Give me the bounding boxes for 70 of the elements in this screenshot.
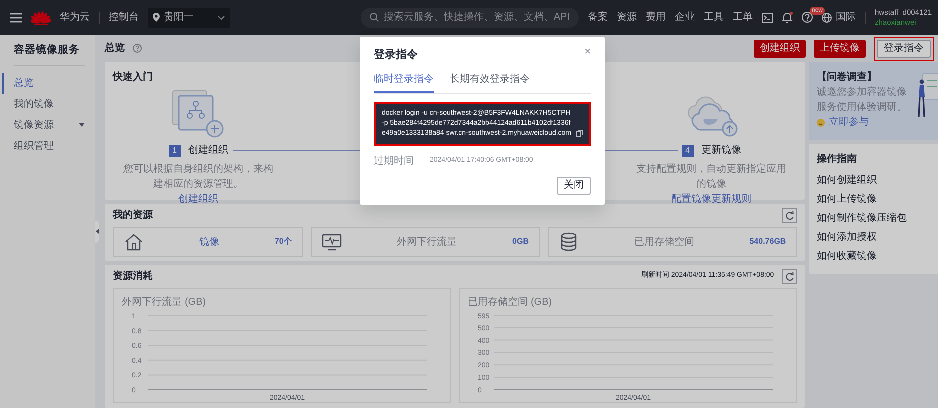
bell-icon[interactable] <box>782 12 793 23</box>
guide-link[interactable]: 如何添加授权 <box>817 228 938 246</box>
close-dialog-button[interactable]: 关闭 <box>557 176 591 194</box>
location-icon <box>153 13 160 22</box>
resource-value: 70个 <box>274 236 292 248</box>
card-title: 资源消耗 <box>113 270 154 284</box>
terminal-icon[interactable] <box>762 12 773 22</box>
menu-icon[interactable] <box>10 12 22 22</box>
guide-link[interactable]: 如何收藏镜像 <box>817 246 938 266</box>
step-description: 支持配置规则，自动更新指定应用的镜像 <box>636 162 788 192</box>
brand-name[interactable]: 华为云 <box>60 10 90 25</box>
nav-link[interactable]: 备案 <box>588 10 608 25</box>
chart-title: 外网下行流量 (GB) <box>122 296 208 310</box>
card-title: 操作指南 <box>817 152 858 166</box>
resource-value: 0GB <box>512 236 529 248</box>
monitor-icon <box>322 232 342 252</box>
database-icon <box>559 232 579 252</box>
refresh-icon <box>784 272 795 282</box>
nav-link[interactable]: 费用 <box>646 10 666 25</box>
sidebar-title: 容器镜像服务 <box>14 43 85 66</box>
refresh-button[interactable] <box>782 269 798 284</box>
dialog-tab[interactable]: 临时登录指令 <box>374 72 434 92</box>
survey-text: 诚邀您参加容器镜像服务使用体验调研。 <box>817 86 908 115</box>
sidebar-item[interactable]: 组织管理 <box>14 136 95 157</box>
collapse-handle[interactable] <box>95 220 100 242</box>
guide-link[interactable]: 如何制作镜像压缩包 <box>817 208 938 228</box>
refresh-button[interactable] <box>782 208 798 223</box>
search-field[interactable]: 搜索云服务、快捷操作、资源、文档、API <box>360 8 579 28</box>
logo-icon[interactable] <box>31 10 51 26</box>
dialog-tab[interactable]: 长期有效登录指令 <box>450 72 530 92</box>
nav-link[interactable]: 工单 <box>733 10 753 25</box>
nav-link[interactable]: 工具 <box>704 10 724 25</box>
region-select[interactable]: 贵阳一 <box>148 8 230 28</box>
caret-icon <box>79 123 85 128</box>
action-button[interactable]: 创建组织 <box>754 40 806 58</box>
nav-link[interactable]: 资源 <box>617 10 637 25</box>
page-title: 总览 <box>105 42 126 56</box>
resource-label: 已用存储空间 <box>633 236 696 250</box>
sidebar-item[interactable]: 镜像资源 <box>14 114 95 136</box>
sidebar-item[interactable]: 总览 <box>2 72 95 94</box>
card-title: 快速入门 <box>113 72 154 83</box>
guide-link[interactable]: 如何创建组织 <box>817 170 938 190</box>
nav-link[interactable]: 企业 <box>675 10 695 25</box>
caret-icon <box>218 16 225 20</box>
step-title: 更新镜像 <box>702 144 742 158</box>
search-icon <box>370 13 379 22</box>
resource-link[interactable]: 镜像 <box>152 234 267 250</box>
dialog-title: 登录指令 <box>374 48 418 63</box>
sidebar-item[interactable]: 我的镜像 <box>14 94 95 115</box>
step-number: 4 <box>682 144 694 156</box>
chart-title: 已用存储空间 (GB) <box>468 296 554 310</box>
survey-title: 【问卷调查】 <box>817 70 878 85</box>
smiley-icon <box>817 118 826 126</box>
card-title: 我的资源 <box>113 208 154 223</box>
resource-value: 540.76GB <box>750 236 786 248</box>
step-title: 创建组织 <box>188 144 229 158</box>
step-link[interactable]: 配置镜像更新规则 <box>672 192 752 207</box>
console-link[interactable]: 控制台 <box>109 10 139 25</box>
step-link[interactable]: 创建组织 <box>178 192 219 207</box>
guide-link[interactable]: 如何上传镜像 <box>817 190 938 208</box>
step-description: 您可以根据自身组织的架构，来构建相应的资源管理。 <box>122 162 275 192</box>
globe-icon <box>822 12 832 22</box>
action-button[interactable]: 登录指令 <box>877 40 931 58</box>
refresh-icon <box>784 210 795 220</box>
resource-label: 外网下行流量 <box>396 236 458 250</box>
action-button[interactable]: 上传镜像 <box>814 40 866 58</box>
step-number: 1 <box>168 144 181 156</box>
house-icon <box>124 232 144 252</box>
copy-icon[interactable] <box>576 130 583 136</box>
expiry-label: 过期时间 <box>374 154 414 168</box>
